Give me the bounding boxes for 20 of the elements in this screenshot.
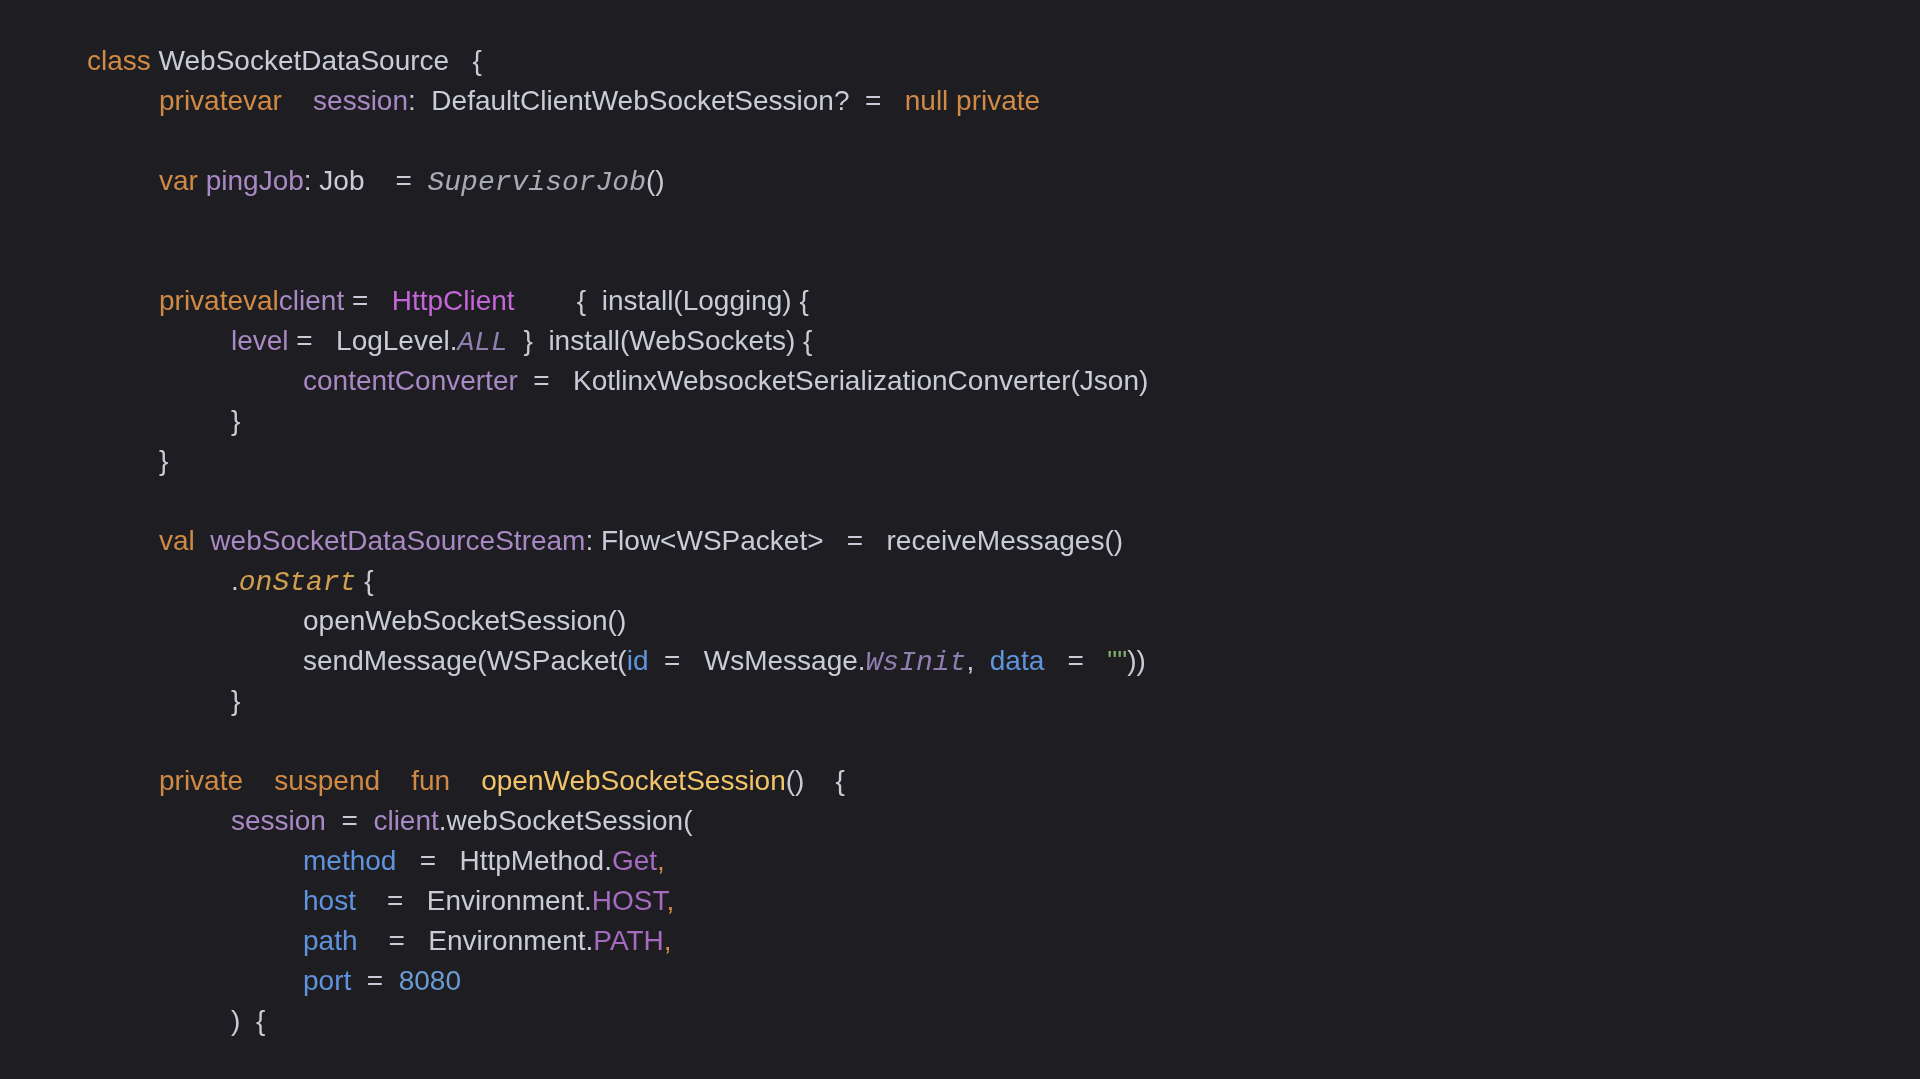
code-line: level = LogLevel.ALL } install(WebSockets) { bbox=[231, 324, 813, 360]
code-line: .onStart { bbox=[231, 564, 374, 600]
code-line: privatevalclient = HttpClient { install(Logging) { bbox=[159, 284, 809, 318]
code-line: val webSocketDataSourceStream: Flow<WSPacket> = receiveMessages() bbox=[159, 524, 1124, 558]
code-line: } bbox=[231, 404, 241, 438]
code-line: private suspend fun openWebSocketSession() { bbox=[159, 764, 845, 798]
code-line: sendMessage(WSPacket(id = WsMessage.WsInit, data = "")) bbox=[303, 644, 1146, 680]
code-line: host = Environment.HOST, bbox=[303, 884, 675, 918]
code-line: ) { bbox=[231, 1004, 266, 1038]
code-line: port = 8080 bbox=[303, 964, 461, 998]
code-line: class WebSocketDataSource { bbox=[87, 44, 482, 78]
code-line: method = HttpMethod.Get, bbox=[303, 844, 665, 878]
code-line: privatevar session: DefaultClientWebSocketSession? = null private bbox=[159, 84, 1041, 118]
code-line: } bbox=[159, 444, 169, 478]
code-line: var pingJob: Job = SupervisorJob() bbox=[159, 164, 665, 200]
code-line: } bbox=[231, 684, 241, 718]
code-line: contentConverter = KotlinxWebsocketSerializationConverter(Json) bbox=[303, 364, 1149, 398]
code-line: session = client.webSocketSession( bbox=[231, 804, 693, 838]
code-line: path = Environment.PATH, bbox=[303, 924, 672, 958]
code-line: openWebSocketSession() bbox=[303, 604, 627, 638]
